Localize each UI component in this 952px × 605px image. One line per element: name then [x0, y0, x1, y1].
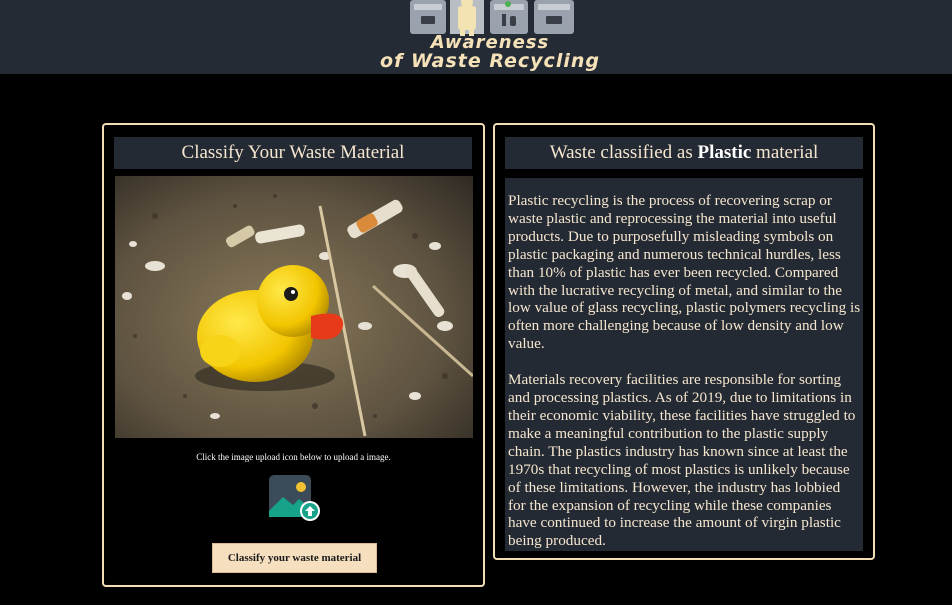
- image-upload-icon-graphic: [269, 475, 320, 521]
- upload-hint-text: Click the image upload icon below to upl…: [196, 452, 391, 462]
- recycling-bins-person-logo: [410, 0, 574, 36]
- logo-title-line2: of Waste Recycling: [380, 50, 600, 72]
- result-panel: Waste classified as Plastic material Pla…: [493, 123, 875, 560]
- image-upload-icon[interactable]: [267, 473, 323, 523]
- description-paragraph-1: Plastic recycling is the process of reco…: [508, 192, 861, 353]
- classify-panel: Classify Your Waste Material Click the i…: [102, 123, 485, 587]
- result-title-prefix: Waste classified as: [549, 142, 698, 163]
- result-panel-title: Waste classified as Plastic material: [505, 137, 863, 169]
- classify-waste-button[interactable]: Classify your waste material: [212, 543, 377, 573]
- result-title-suffix: material: [751, 142, 819, 163]
- classified-material-name: Plastic: [697, 142, 752, 163]
- material-description: Plastic recycling is the process of reco…: [505, 178, 863, 551]
- site-header: Awareness of Waste Recycling: [0, 0, 952, 74]
- classify-panel-title: Classify Your Waste Material: [114, 137, 472, 169]
- uploaded-waste-image[interactable]: [115, 176, 473, 438]
- waste-photo-graphic: [115, 176, 473, 438]
- site-logo-text: Awareness of Waste Recycling: [300, 34, 680, 72]
- description-paragraph-2: Materials recovery facilities are respon…: [508, 371, 856, 550]
